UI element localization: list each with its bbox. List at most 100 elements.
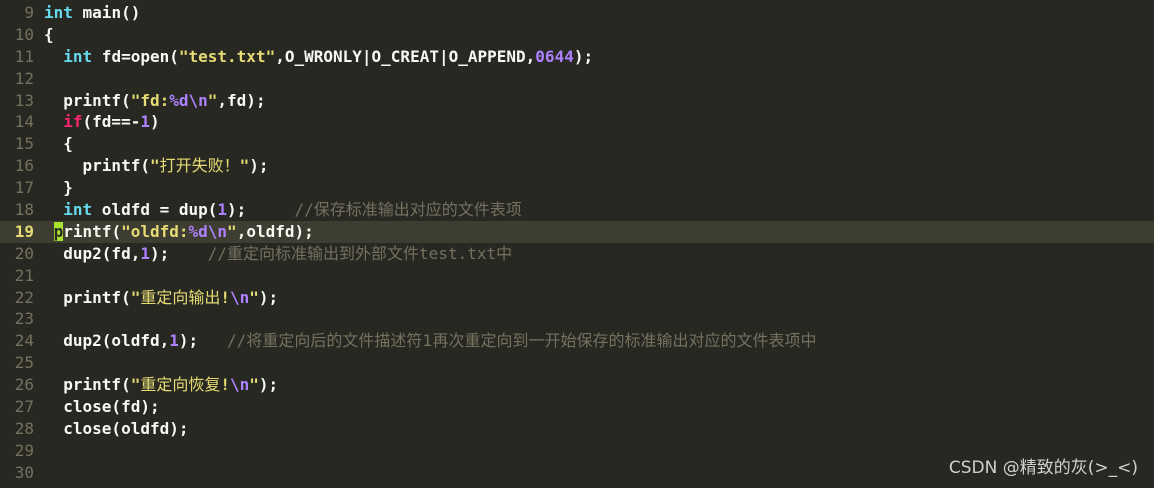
code-line[interactable]: 13 printf("fd:%d\n",fd); [0, 90, 1154, 112]
code-line[interactable]: 14 if(fd==-1) [0, 111, 1154, 133]
code-line[interactable]: 11 int fd=open("test.txt",O_WRONLY|O_CRE… [0, 46, 1154, 68]
line-number: 24 [14, 331, 34, 351]
line-number: 9 [24, 3, 34, 22]
line-number: 16 [14, 156, 34, 176]
code-token: printf( [44, 156, 150, 176]
code-token: } [44, 178, 73, 198]
code-token: printf( [44, 375, 131, 395]
code-token: 保存标准输出对应的文件表项 [313, 200, 522, 220]
code-token: " [239, 156, 250, 176]
line-code: printf("oldfd:%d\n",oldfd); [44, 221, 1154, 243]
line-number: 10 [14, 24, 34, 44]
code-token: int [44, 3, 73, 22]
code-line[interactable]: 26 printf("重定向恢复!\n"); [0, 374, 1154, 396]
line-number: 11 [14, 46, 34, 66]
code-line[interactable]: 9 int main() [0, 2, 1154, 24]
code-editor[interactable]: 9 int main() 10{11 int fd=open("test.txt",… [0, 0, 1154, 488]
line-code: { [44, 133, 1154, 155]
code-line[interactable]: 15 { [0, 133, 1154, 155]
line-number: 12 [14, 68, 34, 88]
code-token: "test.txt" [178, 46, 276, 66]
code-token: " [130, 287, 141, 307]
code-token: if [63, 112, 83, 132]
code-token: 重定向输出 [140, 287, 221, 307]
line-code: if(fd==-1) [44, 111, 1154, 133]
code-token: dup2(fd, [44, 243, 141, 263]
line-number: 13 [14, 90, 34, 110]
code-line[interactable]: 23 [0, 308, 1154, 330]
line-code: printf("fd:%d\n",fd); [44, 90, 1154, 112]
code-token: int [63, 46, 93, 66]
line-number: 28 [14, 418, 34, 438]
line-code: int fd=open("test.txt",O_WRONLY|O_CREAT|… [44, 46, 1154, 68]
line-number: 29 [14, 440, 34, 460]
code-token: close(fd); [44, 397, 160, 417]
line-code: printf("重定向输出!\n"); [44, 287, 1154, 309]
code-token: fd=open( [92, 46, 179, 66]
code-token: "fd: [130, 90, 170, 110]
code-line[interactable]: 19 printf("oldfd:%d\n",oldfd); [0, 220, 1154, 243]
line-number: 14 [14, 112, 34, 132]
line-code: close(fd); [44, 396, 1154, 418]
code-token: " [249, 375, 259, 395]
code-line[interactable]: 25 [0, 352, 1154, 374]
line-number: 26 [14, 375, 34, 395]
code-line[interactable]: 12 [0, 68, 1154, 90]
code-token: main() [72, 3, 141, 22]
code-token: "oldfd: [121, 221, 189, 241]
code-token: ) [149, 112, 160, 132]
code-token: // [227, 331, 247, 351]
code-token: " [249, 287, 259, 307]
code-line[interactable]: 27 close(fd); [0, 396, 1154, 418]
line-number: 22 [14, 287, 34, 307]
code-token: 1 [169, 331, 179, 351]
code-token: " [130, 375, 141, 395]
code-token: \n [230, 287, 250, 307]
code-line[interactable]: 17 } [0, 177, 1154, 199]
code-token: dup2(oldfd, [44, 331, 170, 351]
code-token: { [44, 134, 73, 154]
code-token: close(oldfd); [44, 418, 189, 438]
code-line[interactable]: 22 printf("重定向输出!\n"); [0, 287, 1154, 309]
code-lines: 9 int main() 10{11 int fd=open("test.txt",… [0, 2, 1154, 484]
line-code: } [44, 177, 1154, 199]
code-token: ); [258, 375, 279, 395]
code-token: ); [258, 287, 279, 307]
line-number: 21 [14, 265, 34, 285]
code-line[interactable]: 20 dup2(fd,1); //重定向标准输出到外部文件test.txt中 [0, 243, 1154, 265]
code-token: rintf( [63, 221, 122, 241]
code-line[interactable]: 16 printf("打开失败！"); [0, 155, 1154, 177]
code-line[interactable]: 24 dup2(oldfd,1); //将重定向后的文件描述符1再次重定向到一开… [0, 330, 1154, 352]
code-line[interactable]: 18 int oldfd = dup(1); //保存标准输出对应的文件表项 [0, 199, 1154, 221]
line-number: 27 [14, 397, 34, 417]
code-token: ); [249, 156, 269, 176]
code-token: ); [149, 243, 208, 263]
code-token: 重定向标准输出到外部文件 [227, 243, 420, 263]
code-token: (fd==- [82, 112, 141, 132]
code-token: 中 [496, 243, 513, 263]
code-line[interactable]: 10 { [0, 24, 1154, 46]
line-code: dup2(fd,1); //重定向标准输出到外部文件test.txt中 [44, 243, 1154, 265]
line-number: 15 [14, 134, 34, 154]
code-line[interactable]: 28 close(oldfd); [0, 418, 1154, 440]
line-number: 30 [14, 462, 34, 482]
code-token: 重定向恢复 [140, 375, 221, 395]
code-token: printf( [44, 287, 131, 307]
code-line[interactable]: 21 [0, 265, 1154, 287]
code-token: %d\n [188, 221, 228, 241]
code-token: \n [230, 375, 250, 395]
code-token: // [294, 200, 314, 220]
code-token: 1 [217, 200, 228, 220]
code-token: 1 [140, 243, 150, 263]
line-code: { [44, 24, 1154, 46]
watermark: CSDN @精致的灰(>_<) [948, 458, 1138, 478]
code-token: " [207, 90, 218, 110]
code-token: ); [178, 331, 228, 351]
code-token: 1 [140, 112, 150, 132]
